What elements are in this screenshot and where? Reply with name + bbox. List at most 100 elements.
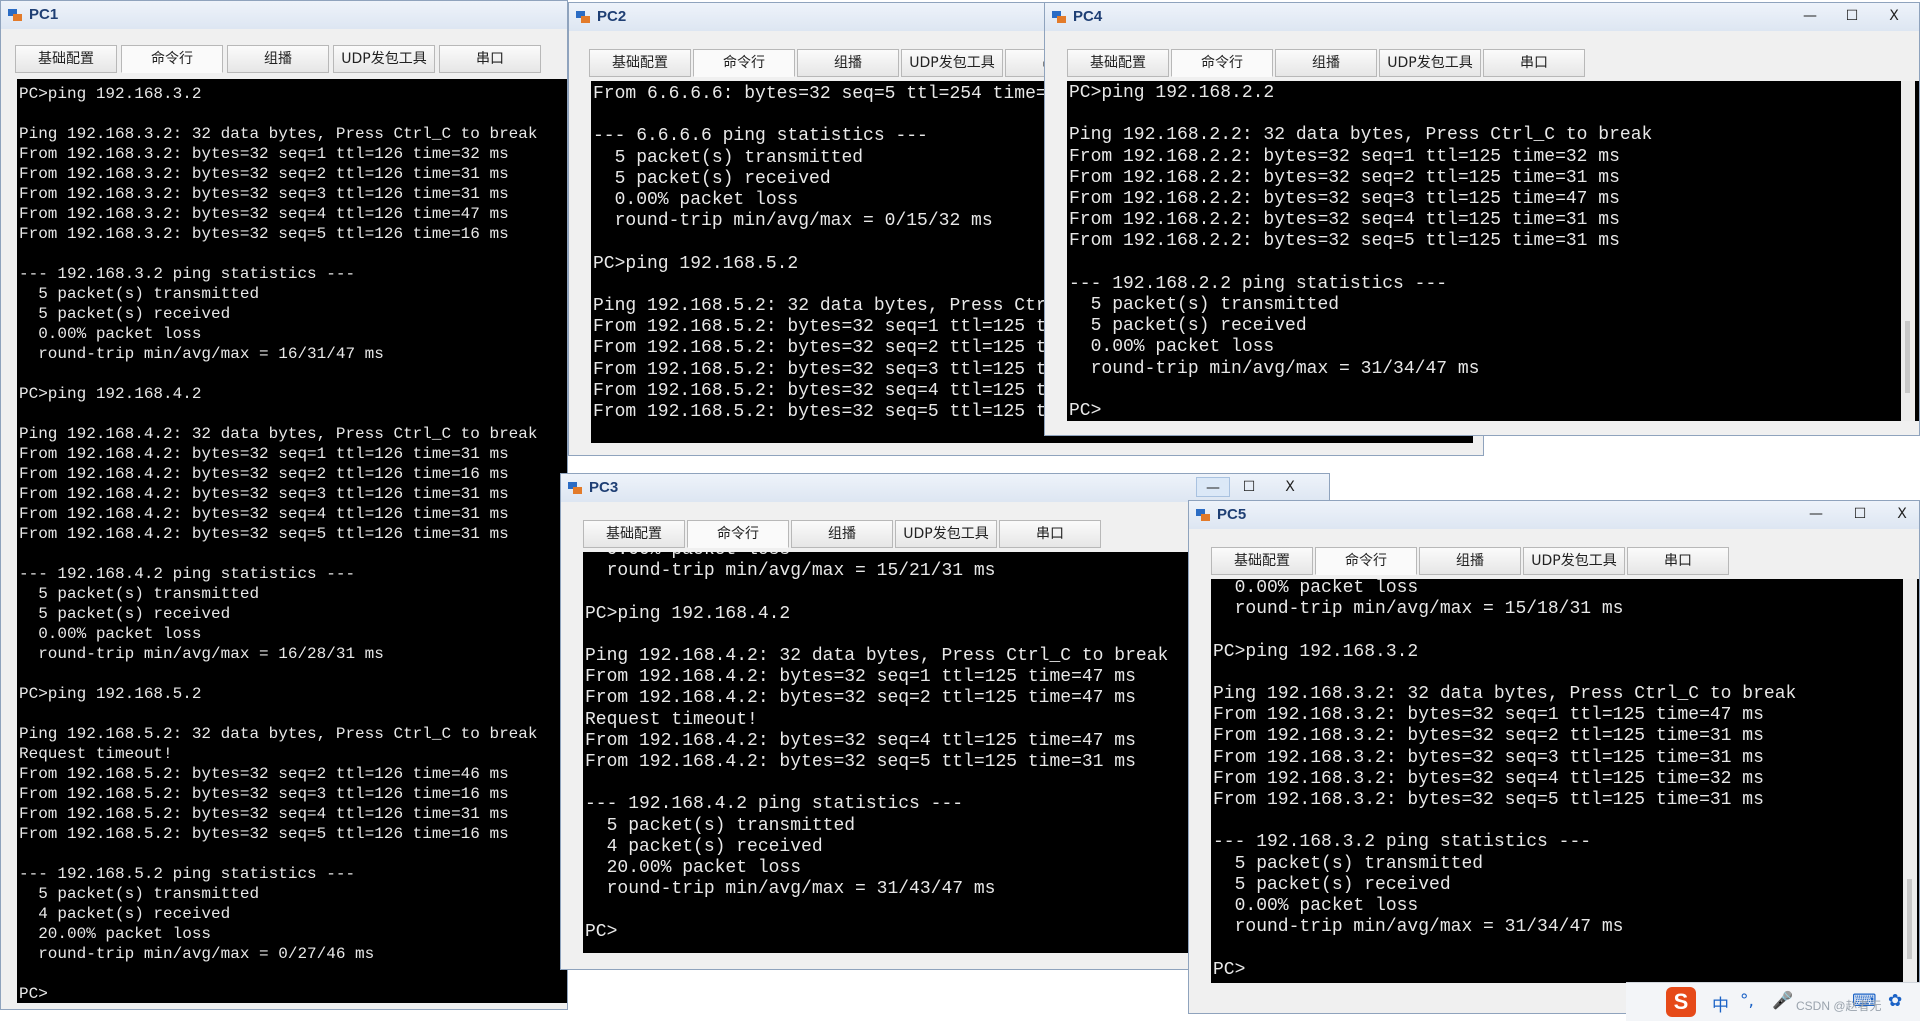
terminal-line: 5 packet(s) transmitted — [19, 585, 260, 603]
tab-multicast[interactable]: 组播 — [791, 520, 893, 548]
tab-command-line[interactable]: 命令行 — [121, 45, 223, 73]
tab-command-line[interactable]: 命令行 — [1315, 547, 1417, 575]
tab-basic-config[interactable]: 基础配置 — [1067, 49, 1169, 77]
tab-basic-config[interactable]: 基础配置 — [589, 49, 691, 77]
window-pc5: PC5 — ☐ X 基础配置 命令行 组播 UDP发包工具 串口 0.00% p… — [1188, 500, 1920, 1014]
terminal-line: Ping 192.168.4.2: 32 data bytes, Press C… — [19, 425, 538, 443]
terminal-line: From 192.168.4.2: bytes=32 seq=3 ttl=126… — [19, 485, 509, 503]
window-title: PC5 — [1217, 506, 1247, 523]
terminal-line: 5 packet(s) received — [1213, 874, 1451, 895]
terminal-line: From 192.168.2.2: bytes=32 seq=4 ttl=125… — [1069, 210, 1620, 231]
vertical-scrollbar[interactable] — [1903, 579, 1917, 983]
pc-app-icon — [576, 11, 590, 23]
titlebar[interactable]: PC5 — ☐ X — [1189, 501, 1919, 529]
tab-multicast[interactable]: 组播 — [797, 49, 899, 77]
settings-icon[interactable]: ✿ — [1888, 991, 1902, 1011]
tab-udp-tool[interactable]: UDP发包工具 — [1379, 49, 1481, 77]
tab-basic-config[interactable]: 基础配置 — [15, 45, 117, 73]
maximize-button[interactable]: ☐ — [1843, 504, 1877, 524]
watermark: CSDN @赵者无 — [1796, 999, 1882, 1013]
tab-serial[interactable]: 串口 — [1483, 49, 1585, 77]
terminal-line: 0.00% packet loss — [1213, 579, 1419, 598]
titlebar[interactable]: PC4 — ☐ X — [1045, 3, 1919, 31]
terminal-line: round-trip min/avg/max = 16/28/31 ms — [19, 645, 384, 663]
maximize-button[interactable]: ☐ — [1835, 6, 1869, 26]
terminal-line: From 192.168.3.2: bytes=32 seq=2 ttl=126… — [19, 165, 509, 183]
pc-app-icon — [1196, 509, 1210, 521]
scrollbar-thumb[interactable] — [1905, 321, 1910, 393]
tab-serial[interactable]: 串口 — [439, 45, 541, 73]
terminal-line: PC> — [19, 985, 48, 1003]
minimize-button[interactable]: — — [1799, 504, 1833, 524]
terminal-output[interactable]: PC>ping 192.168.3.2 Ping 192.168.3.2: 32… — [17, 79, 567, 1003]
terminal-line: 5 packet(s) received — [19, 305, 231, 323]
terminal-line: 4 packet(s) received — [19, 905, 231, 923]
maximize-button[interactable]: ☐ — [1232, 477, 1266, 497]
close-button[interactable]: X — [1273, 477, 1307, 497]
terminal-line: From 192.168.3.2: bytes=32 seq=1 ttl=125… — [1213, 705, 1764, 726]
window-title: PC4 — [1073, 8, 1103, 25]
tab-udp-tool[interactable]: UDP发包工具 — [901, 49, 1003, 77]
tab-multicast[interactable]: 组播 — [227, 45, 329, 73]
terminal-output[interactable]: 0.00% packet loss round-trip min/avg/max… — [1211, 579, 1919, 983]
terminal-line: 0.00% packet loss — [1069, 337, 1275, 358]
terminal-line: From 192.168.2.2: bytes=32 seq=3 ttl=125… — [1069, 189, 1620, 210]
terminal-line: round-trip min/avg/max = 31/34/47 ms — [1213, 917, 1624, 938]
punctuation-toggle[interactable]: °, — [1740, 991, 1754, 1011]
window-pc4: PC4 — ☐ X 基础配置 命令行 组播 UDP发包工具 串口 PC>ping… — [1044, 2, 1920, 436]
tab-udp-tool[interactable]: UDP发包工具 — [333, 45, 435, 73]
tab-basic-config[interactable]: 基础配置 — [583, 520, 685, 548]
pc-app-icon — [568, 482, 582, 494]
terminal-line: From 192.168.4.2: bytes=32 seq=4 ttl=126… — [19, 505, 509, 523]
terminal-line: PC>ping 192.168.2.2 — [1069, 83, 1275, 103]
terminal-line: --- 192.168.2.2 ping statistics --- — [1069, 273, 1448, 294]
terminal-line: Ping 192.168.3.2: 32 data bytes, Press C… — [1213, 684, 1797, 705]
tab-udp-tool[interactable]: UDP发包工具 — [895, 520, 997, 548]
minimize-button[interactable]: — — [1793, 6, 1827, 26]
terminal-line: From 192.168.5.2: bytes=32 seq=3 ttl=126… — [19, 785, 509, 803]
terminal-line: 0.00% packet loss — [1213, 896, 1419, 917]
terminal-line: Request timeout! — [19, 745, 173, 763]
minimize-button[interactable]: — — [1196, 477, 1230, 497]
vertical-scrollbar[interactable] — [1901, 81, 1915, 421]
microphone-icon[interactable]: 🎤 — [1772, 991, 1793, 1011]
tab-command-line[interactable]: 命令行 — [693, 49, 795, 77]
close-button[interactable]: X — [1877, 6, 1911, 26]
terminal-line: From 192.168.2.2: bytes=32 seq=5 ttl=125… — [1069, 231, 1620, 252]
tab-serial[interactable]: 串口 — [1627, 547, 1729, 575]
pc-app-icon — [1052, 11, 1066, 23]
sogou-ime-icon[interactable]: S — [1666, 987, 1696, 1017]
terminal-line: 5 packet(s) transmitted — [1213, 853, 1484, 874]
close-button[interactable]: X — [1885, 504, 1919, 524]
terminal-line: round-trip min/avg/max = 16/31/47 ms — [19, 345, 384, 363]
terminal-line: Ping 192.168.3.2: 32 data bytes, Press C… — [19, 125, 538, 143]
titlebar[interactable]: PC3 — ☐ X — [561, 474, 1329, 502]
terminal-line: 0.00% packet loss — [19, 625, 202, 643]
tab-multicast[interactable]: 组播 — [1275, 49, 1377, 77]
tab-multicast[interactable]: 组播 — [1419, 547, 1521, 575]
tab-serial[interactable]: 串口 — [999, 520, 1101, 548]
tab-udp-tool[interactable]: UDP发包工具 — [1523, 547, 1625, 575]
titlebar[interactable]: PC1 — [1, 1, 567, 29]
terminal-line: round-trip min/avg/max = 15/18/31 ms — [1213, 599, 1624, 620]
terminal-output[interactable]: PC>ping 192.168.2.2 Ping 192.168.2.2: 32… — [1067, 81, 1919, 421]
terminal-line: From 192.168.3.2: bytes=32 seq=1 ttl=126… — [19, 145, 509, 163]
terminal-line: 5 packet(s) transmitted — [1069, 295, 1340, 316]
tab-basic-config[interactable]: 基础配置 — [1211, 547, 1313, 575]
terminal-line: PC>ping 192.168.4.2 — [19, 385, 202, 403]
tab-command-line[interactable]: 命令行 — [1171, 49, 1273, 77]
ime-language-toggle[interactable]: 中 — [1712, 991, 1729, 1016]
scrollbar-thumb[interactable] — [1907, 879, 1912, 959]
tab-command-line[interactable]: 命令行 — [687, 520, 789, 548]
terminal-line: 5 packet(s) received — [19, 605, 231, 623]
terminal-line: PC>ping 192.168.3.2 — [1213, 641, 1419, 662]
